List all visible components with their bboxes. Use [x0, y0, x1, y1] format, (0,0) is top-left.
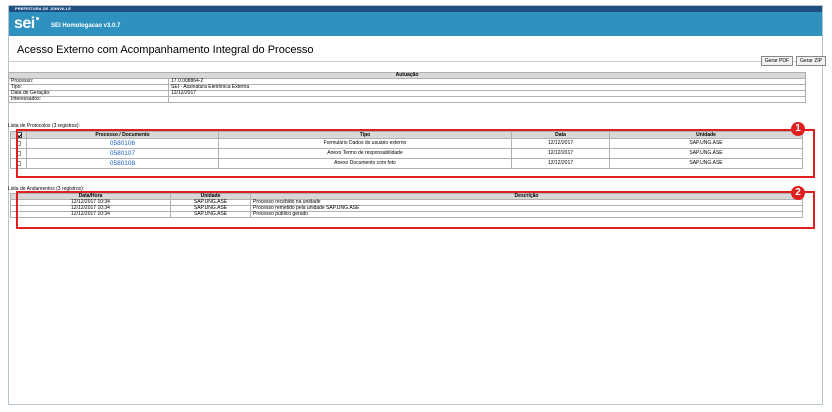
- app-header: sei SEI Homologacao v3.0.7: [9, 12, 822, 36]
- page-title: Acesso Externo com Acompanhamento Integr…: [17, 44, 314, 56]
- highlight-box-andamentos: [16, 191, 815, 229]
- generate-zip-button[interactable]: Gerar ZIP: [796, 56, 826, 66]
- generate-pdf-button[interactable]: Gerar PDF: [760, 56, 794, 66]
- highlight-box-protocolos: [16, 129, 815, 178]
- annotation-badge-2: 2: [791, 186, 805, 200]
- field-value: [168, 96, 806, 103]
- autuacao-table: Autuação Processo: 17.0.008864-2 Tipo: SEI…: [8, 72, 806, 103]
- table-row: Interessados:: [8, 96, 806, 103]
- export-toolbar: Gerar PDF Gerar ZIP: [760, 56, 826, 66]
- annotation-badge-1: 1: [791, 122, 805, 136]
- title-divider: [9, 61, 822, 62]
- field-label: Interessados:: [8, 96, 169, 103]
- system-name: SEI Homologacao v3.0.7: [51, 23, 121, 29]
- sei-logo[interactable]: sei: [14, 15, 39, 33]
